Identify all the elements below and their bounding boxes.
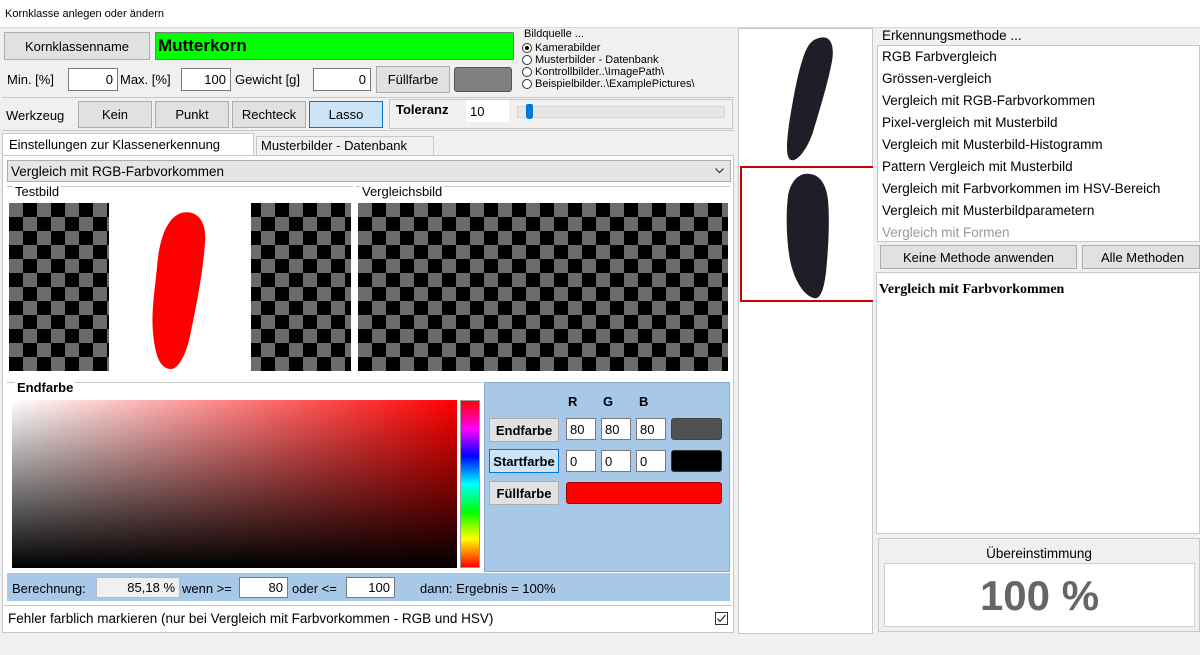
- start-g-field[interactable]: 0: [601, 450, 631, 472]
- fill-color-button[interactable]: Füllfarbe: [376, 66, 450, 93]
- tab-settings[interactable]: Einstellungen zur Klassenerkennung: [2, 133, 254, 155]
- test-image-label: Testbild: [13, 184, 62, 199]
- color-values-panel: [484, 382, 730, 572]
- color-gradient[interactable]: [12, 400, 457, 568]
- max-field[interactable]: 100: [181, 68, 231, 91]
- thumbnail-2-selected[interactable]: [740, 166, 873, 302]
- tool-point-button[interactable]: Punkt: [155, 101, 229, 128]
- method-pattern[interactable]: Pattern Vergleich mit Musterbild: [878, 156, 1199, 178]
- method-rgb-occurrence[interactable]: Vergleich mit RGB-Farbvorkommen: [878, 90, 1199, 112]
- tab-pattern-database[interactable]: Musterbilder - Datenbank: [256, 136, 434, 155]
- end-color-button[interactable]: Endfarbe: [489, 418, 559, 442]
- fill-color-button-2[interactable]: Füllfarbe: [489, 481, 559, 505]
- match-panel: Übereinstimmung 100 %: [878, 538, 1200, 632]
- or-field[interactable]: 100: [346, 577, 395, 598]
- end-b-field[interactable]: 80: [636, 418, 666, 440]
- method-description-text: Vergleich mit Farbvorkommen: [879, 282, 1065, 297]
- rgb-header-b: B: [639, 394, 649, 409]
- image-source-title: Bildquelle ...: [524, 28, 584, 40]
- tolerance-label: Toleranz: [396, 102, 449, 117]
- tool-lasso-button[interactable]: Lasso: [309, 101, 383, 128]
- calculation-label: Berechnung:: [12, 581, 86, 596]
- methods-list[interactable]: RGB Farbvergleich Grössen-vergleich Verg…: [877, 45, 1200, 242]
- method-rgb-color[interactable]: RGB Farbvergleich: [878, 46, 1199, 68]
- checkbox-checked-icon[interactable]: [715, 612, 728, 625]
- grain-image: [787, 37, 833, 161]
- tool-rect-button[interactable]: Rechteck: [232, 101, 306, 128]
- window-title-bar: Kornklasse anlegen oder ändern: [0, 0, 1200, 28]
- end-g-field[interactable]: 80: [601, 418, 631, 440]
- start-b-field[interactable]: 0: [636, 450, 666, 472]
- window-title: Kornklasse anlegen oder ändern: [5, 8, 165, 20]
- tolerance-slider-track[interactable]: [517, 106, 725, 118]
- name-value: Mutterkorn: [158, 36, 247, 55]
- test-image[interactable]: [9, 203, 351, 371]
- name-field[interactable]: Mutterkorn: [155, 32, 514, 60]
- all-methods-button[interactable]: Alle Methoden: [1082, 245, 1200, 269]
- error-mark-row[interactable]: Fehler farblich markieren (nur bei Vergl…: [4, 605, 732, 631]
- grain-mask-red: [152, 212, 206, 369]
- tolerance-field[interactable]: 10: [466, 100, 509, 122]
- rgb-header-r: R: [568, 394, 578, 409]
- rgb-header-g: G: [603, 394, 614, 409]
- min-label: Min. [%]: [7, 72, 54, 87]
- method-parameters[interactable]: Vergleich mit Musterbildparametern: [878, 200, 1199, 222]
- error-mark-label: Fehler farblich markieren (nur bei Vergl…: [8, 611, 494, 626]
- chevron-down-icon: [715, 168, 724, 174]
- end-color-swatch[interactable]: [671, 418, 722, 440]
- start-color-swatch[interactable]: [671, 450, 722, 472]
- compare-image-label: Vergleichsbild: [360, 184, 445, 199]
- method-select[interactable]: Vergleich mit RGB-Farbvorkommen: [7, 160, 731, 182]
- match-value: 100 %: [979, 572, 1100, 619]
- start-r-field[interactable]: 0: [566, 450, 596, 472]
- match-title: Übereinstimmung: [986, 546, 1092, 561]
- min-field[interactable]: 0: [68, 68, 118, 91]
- when-label: wenn >=: [182, 581, 232, 596]
- source-database[interactable]: Musterbilder - Datenbank: [522, 54, 732, 66]
- tolerance-slider-thumb[interactable]: [526, 104, 533, 119]
- thumbnail-1[interactable]: [741, 30, 871, 163]
- radio-icon: [522, 55, 532, 65]
- name-button[interactable]: Kornklassenname: [4, 32, 150, 60]
- method-description: Vergleich mit Farbvorkommen: [876, 272, 1200, 534]
- grain-image: [786, 173, 829, 299]
- method-hsv[interactable]: Vergleich mit Farbvorkommen im HSV-Berei…: [878, 178, 1199, 200]
- source-camera[interactable]: Kamerabilder: [522, 42, 732, 54]
- radio-icon: [522, 79, 532, 89]
- or-label: oder <=: [292, 581, 337, 596]
- method-histogram[interactable]: Vergleich mit Musterbild-Histogramm: [878, 134, 1199, 156]
- image-source-group: Bildquelle ... Kamerabilder Musterbilder…: [522, 28, 732, 98]
- no-method-button[interactable]: Keine Methode anwenden: [880, 245, 1077, 269]
- source-example[interactable]: Beispielbilder..\ExamplePictures\: [522, 78, 732, 90]
- fill-color-swatch-2[interactable]: [566, 482, 722, 504]
- result-text: dann: Ergebnis = 100%: [420, 581, 556, 596]
- match-value-box: 100 %: [884, 563, 1195, 627]
- calculation-value: 85,18 %: [96, 577, 180, 598]
- max-label: Max. [%]: [120, 72, 171, 87]
- end-r-field[interactable]: 80: [566, 418, 596, 440]
- weight-label: Gewicht [g]: [235, 72, 301, 87]
- end-color-group-label: Endfarbe: [15, 380, 76, 395]
- tool-label: Werkzeug: [6, 108, 65, 123]
- weight-field[interactable]: 0: [313, 68, 371, 91]
- fill-color-swatch[interactable]: [454, 67, 512, 92]
- start-color-button[interactable]: Startfarbe: [489, 449, 559, 473]
- methods-title: Erkennungsmethode ...: [882, 28, 1022, 43]
- source-control[interactable]: Kontrollbilder..\ImagePath\: [522, 66, 732, 78]
- method-shapes[interactable]: Vergleich mit Formen: [878, 222, 1199, 241]
- tool-none-button[interactable]: Kein: [78, 101, 152, 128]
- method-pixel[interactable]: Pixel-vergleich mit Musterbild: [878, 112, 1199, 134]
- radio-icon: [522, 43, 532, 53]
- radio-icon: [522, 67, 532, 77]
- compare-image[interactable]: [358, 203, 728, 371]
- hue-slider[interactable]: [460, 400, 480, 568]
- method-size[interactable]: Grössen-vergleich: [878, 68, 1199, 90]
- when-field[interactable]: 80: [239, 577, 288, 598]
